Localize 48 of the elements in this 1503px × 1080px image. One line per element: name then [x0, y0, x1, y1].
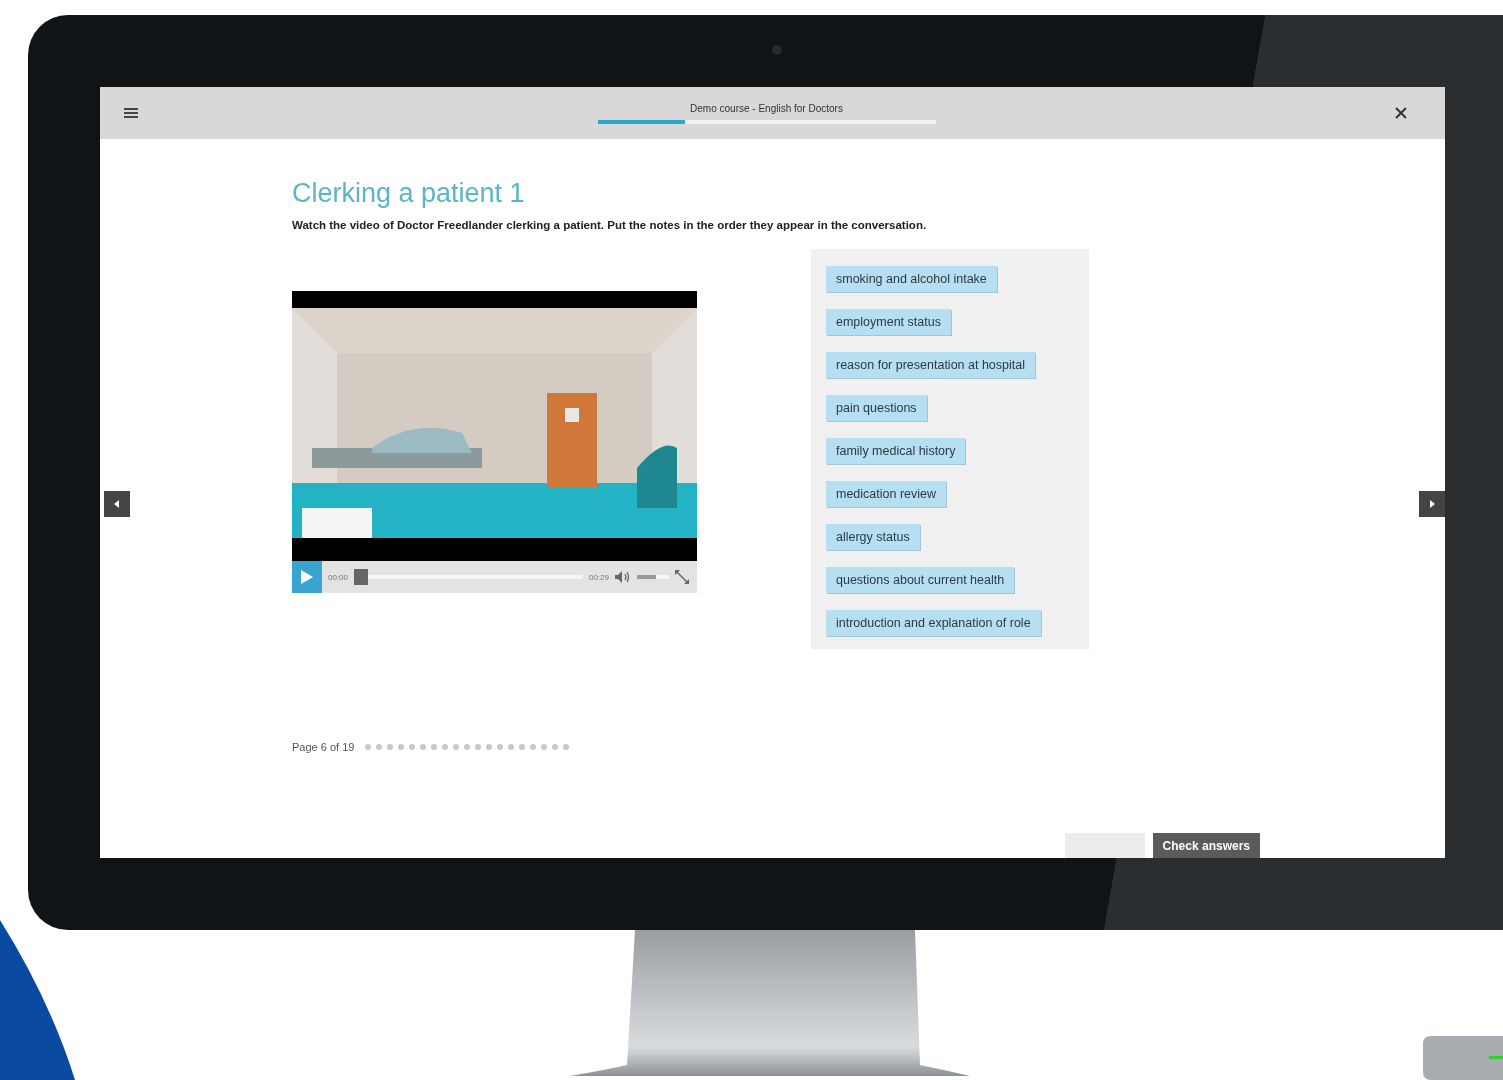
note-chip[interactable]: questions about current health [826, 567, 1015, 593]
page-dot[interactable] [508, 744, 515, 750]
page-dot[interactable] [530, 744, 537, 750]
camera-icon [772, 45, 782, 55]
page-dot[interactable] [431, 744, 438, 750]
note-chip[interactable]: allergy status [826, 524, 920, 550]
speaker-icon[interactable] [615, 571, 631, 583]
instructions-text: Watch the video of Doctor Freedlander clerking a patient. Put the notes in the order they appear in the conversation. [292, 219, 928, 231]
seek-thumb[interactable] [354, 569, 369, 585]
previous-page-button[interactable] [104, 491, 130, 517]
page-dot[interactable] [376, 744, 383, 750]
close-icon[interactable] [1395, 107, 1407, 119]
page-dot[interactable] [365, 744, 372, 750]
page-dot[interactable] [453, 744, 460, 750]
course-title: Demo course - English for Doctors [690, 102, 843, 114]
note-chip[interactable]: family medical history [826, 438, 966, 464]
page-dot[interactable] [475, 744, 482, 750]
fullscreen-icon[interactable] [675, 570, 689, 584]
note-chip[interactable]: smoking and alcohol intake [826, 266, 997, 292]
page-dot[interactable] [387, 744, 394, 750]
page-indicator: Page 6 of 19 [292, 741, 355, 753]
page-dot[interactable] [420, 744, 427, 750]
page-dot[interactable] [541, 744, 548, 750]
action-button[interactable]: Check answers [1152, 833, 1260, 858]
note-chip[interactable]: medication review [826, 481, 947, 507]
caret-left-icon [114, 500, 120, 508]
note-chip[interactable]: introduction and explanation of role [826, 610, 1041, 636]
page-heading: Clerking a patient 1 [292, 177, 526, 209]
page-dot[interactable] [563, 744, 570, 750]
play-icon [301, 570, 313, 584]
note-chip[interactable]: employment status [826, 309, 951, 335]
page-dot[interactable] [552, 744, 559, 750]
note-chip[interactable]: pain questions [826, 395, 927, 421]
duration-time: 00:29 [588, 572, 609, 582]
play-button[interactable] [292, 561, 322, 593]
page-dot[interactable] [486, 744, 493, 750]
page-dot[interactable] [442, 744, 449, 750]
caret-right-icon [1429, 500, 1435, 508]
current-time: 00:00 [328, 572, 349, 582]
note-chip[interactable]: reason for presentation at hospital [826, 352, 1035, 378]
next-page-button[interactable] [1419, 491, 1445, 517]
page-dot[interactable] [409, 744, 416, 750]
page-dot[interactable] [464, 744, 471, 750]
menu-icon[interactable] [124, 107, 138, 119]
page-dot[interactable] [519, 744, 526, 750]
page-dot[interactable] [398, 744, 405, 750]
volume-slider[interactable] [637, 575, 669, 579]
page-dot[interactable] [497, 744, 504, 750]
